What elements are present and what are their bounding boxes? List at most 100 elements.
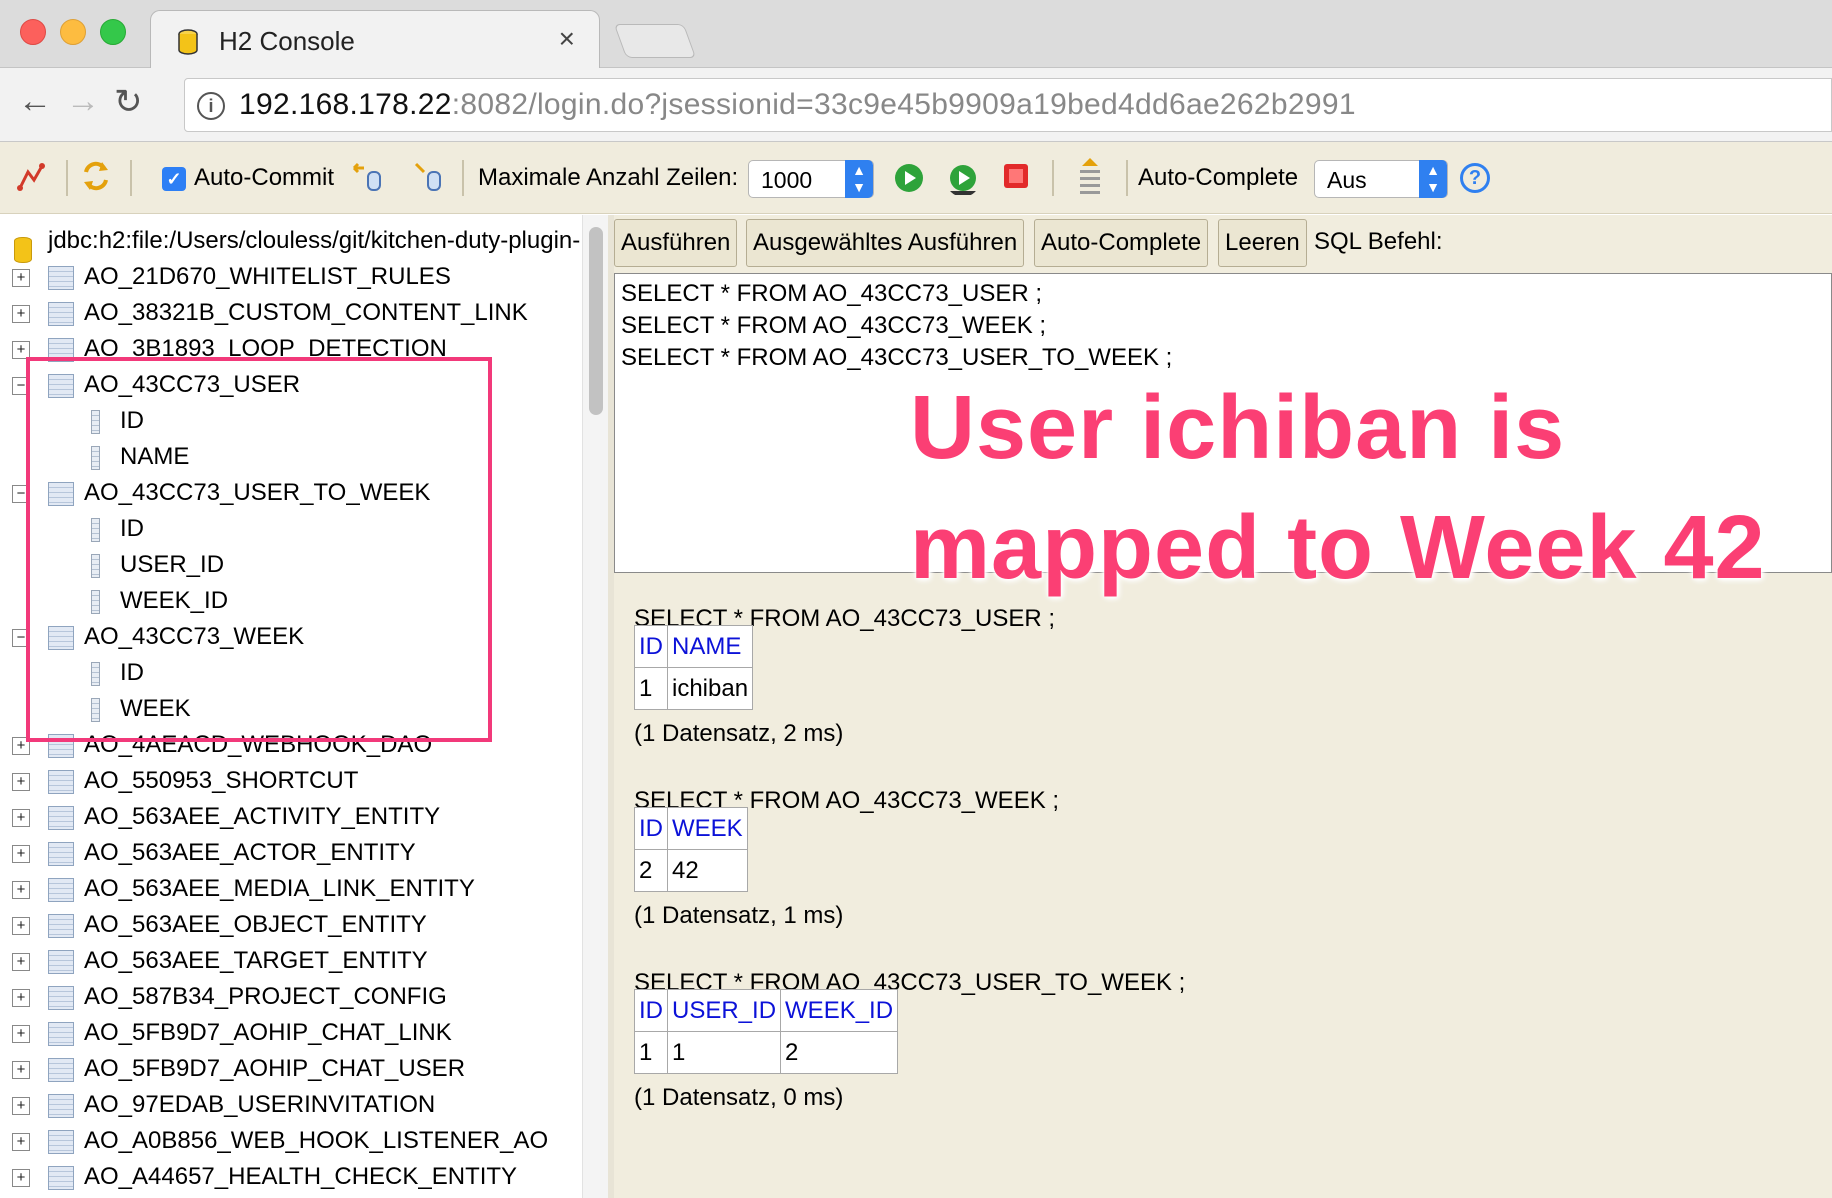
- url-host: 192.168.178.22: [239, 88, 452, 121]
- execute-button[interactable]: Ausführen: [614, 219, 738, 267]
- toolbar-separator: [1126, 160, 1128, 196]
- auto-complete-value: Aus: [1327, 167, 1367, 193]
- column-header[interactable]: WEEK_ID: [780, 989, 899, 1032]
- rollback-icon[interactable]: [352, 162, 384, 192]
- auto-complete-label: Auto-Complete: [1138, 164, 1299, 191]
- reload-icon[interactable]: ↻: [114, 82, 143, 122]
- address-bar: ← → ↻ i 192.168.178.22:8082/login.do?jse…: [0, 68, 1832, 142]
- table-icon: [48, 1130, 74, 1154]
- result-table: ID NAME 1 ichiban: [634, 625, 754, 710]
- sql-command-label: SQL Befehl:: [1314, 228, 1443, 255]
- expand-icon[interactable]: +: [12, 305, 30, 323]
- stop-icon[interactable]: [1003, 163, 1029, 189]
- table-name: AO_97EDAB_USERINVITATION: [84, 1091, 436, 1118]
- url-field[interactable]: i 192.168.178.22:8082/login.do?jsessioni…: [184, 78, 1832, 132]
- table-row: 2 42: [634, 849, 748, 892]
- database-icon: [14, 237, 32, 263]
- auto-complete-button[interactable]: Auto-Complete: [1034, 219, 1209, 267]
- table-name: AO_550953_SHORTCUT: [84, 767, 359, 794]
- back-arrow-icon[interactable]: ←: [18, 82, 52, 121]
- expand-icon[interactable]: +: [12, 1025, 30, 1043]
- info-icon[interactable]: i: [197, 92, 225, 120]
- table-cell: 42: [667, 849, 748, 892]
- expand-icon[interactable]: +: [12, 917, 30, 935]
- table-icon: [48, 1058, 74, 1082]
- annotation-text: User ichiban is mapped to Week 42: [910, 368, 1810, 608]
- expand-icon[interactable]: +: [12, 1133, 30, 1151]
- expand-icon[interactable]: +: [12, 989, 30, 1007]
- table-cell: 1: [634, 1031, 668, 1074]
- url-text: 192.168.178.22:8082/login.do?jsessionid=…: [239, 88, 1356, 122]
- expand-icon[interactable]: +: [12, 953, 30, 971]
- table-icon: [48, 302, 74, 326]
- execute-selected-button[interactable]: Ausgewähltes Ausführen: [746, 219, 1025, 267]
- table-name: AO_563AEE_ACTOR_ENTITY: [84, 839, 416, 866]
- table-row: 1 ichiban: [634, 667, 754, 710]
- refresh-icon[interactable]: [80, 160, 112, 192]
- expand-icon[interactable]: +: [12, 809, 30, 827]
- table-name: AO_A0B856_WEB_HOOK_LISTENER_AO: [84, 1127, 549, 1154]
- table-icon: [48, 950, 74, 974]
- run-selected-icon[interactable]: [946, 163, 980, 197]
- tab-title: H2 Console: [219, 26, 355, 56]
- h2-toolbar: ✓ Auto-Commit Maximale Anzahl Zeilen: 10…: [0, 142, 1832, 214]
- tree-scrollbar[interactable]: [582, 215, 608, 1198]
- auto-complete-select[interactable]: Aus ▲ ▼: [1314, 160, 1448, 198]
- result-table: ID WEEK 2 42: [634, 807, 748, 892]
- commit-icon[interactable]: [412, 162, 444, 192]
- run-icon[interactable]: [894, 163, 924, 193]
- table-cell: 1: [666, 1031, 782, 1074]
- new-tab-button[interactable]: [613, 24, 697, 58]
- table-row: 1 1 2: [634, 1031, 899, 1074]
- browser-titlebar: H2 Console ×: [0, 0, 1832, 69]
- column-header[interactable]: NAME: [666, 625, 754, 668]
- table-icon: [48, 1166, 74, 1190]
- help-icon[interactable]: ?: [1460, 163, 1490, 193]
- max-rows-select[interactable]: 1000 ▲ ▼: [748, 160, 874, 198]
- database-icon: [178, 29, 198, 55]
- annotation-line: User ichiban is: [910, 378, 1566, 478]
- column-header[interactable]: WEEK: [667, 807, 748, 850]
- minimize-window-button[interactable]: [60, 19, 86, 45]
- history-icon[interactable]: [1076, 156, 1104, 196]
- disconnect-icon[interactable]: [16, 162, 46, 192]
- expand-icon[interactable]: +: [12, 1097, 30, 1115]
- expand-icon[interactable]: +: [12, 845, 30, 863]
- column-header[interactable]: ID: [634, 625, 668, 668]
- table-cell: 2: [634, 849, 668, 892]
- expand-icon[interactable]: +: [12, 881, 30, 899]
- expand-icon[interactable]: +: [12, 1061, 30, 1079]
- table-icon: [48, 806, 74, 830]
- column-header[interactable]: USER_ID: [666, 989, 782, 1032]
- table-name: AO_563AEE_ACTIVITY_ENTITY: [84, 803, 441, 830]
- expand-icon[interactable]: +: [12, 773, 30, 791]
- toolbar-separator: [462, 160, 464, 196]
- table-icon: [48, 266, 74, 290]
- table-icon: [48, 842, 74, 866]
- toolbar-separator: [1052, 160, 1054, 196]
- table-name: AO_5FB9D7_AOHIP_CHAT_LINK: [84, 1019, 452, 1046]
- query-panel: Ausführen Ausgewähltes Ausführen Auto-Co…: [614, 215, 1832, 1198]
- expand-icon[interactable]: +: [12, 1169, 30, 1187]
- column-header[interactable]: ID: [634, 989, 668, 1032]
- browser-tab[interactable]: H2 Console ×: [150, 10, 600, 69]
- result-table: ID USER_ID WEEK_ID 1 1 2: [634, 989, 899, 1074]
- table-name: AO_A44657_HEALTH_CHECK_ENTITY: [84, 1163, 518, 1190]
- table-name: AO_38321B_CUSTOM_CONTENT_LINK: [84, 299, 528, 326]
- table-icon: [48, 1094, 74, 1118]
- table-name: AO_563AEE_MEDIA_LINK_ENTITY: [84, 875, 475, 902]
- scrollbar-thumb[interactable]: [589, 227, 603, 415]
- max-rows-value: 1000: [761, 167, 813, 193]
- table-name: AO_587B34_PROJECT_CONFIG: [84, 983, 447, 1010]
- forward-arrow-icon[interactable]: →: [66, 82, 100, 121]
- close-window-button[interactable]: [20, 19, 46, 45]
- expand-icon[interactable]: +: [12, 269, 30, 287]
- auto-commit-checkbox[interactable]: ✓: [162, 167, 186, 191]
- toolbar-separator: [130, 160, 132, 196]
- table-icon: [48, 1022, 74, 1046]
- close-tab-icon[interactable]: ×: [559, 23, 575, 55]
- column-header[interactable]: ID: [634, 807, 668, 850]
- zoom-window-button[interactable]: [100, 19, 126, 45]
- annotation-line: mapped to Week 42: [910, 498, 1766, 598]
- clear-button[interactable]: Leeren: [1218, 219, 1307, 267]
